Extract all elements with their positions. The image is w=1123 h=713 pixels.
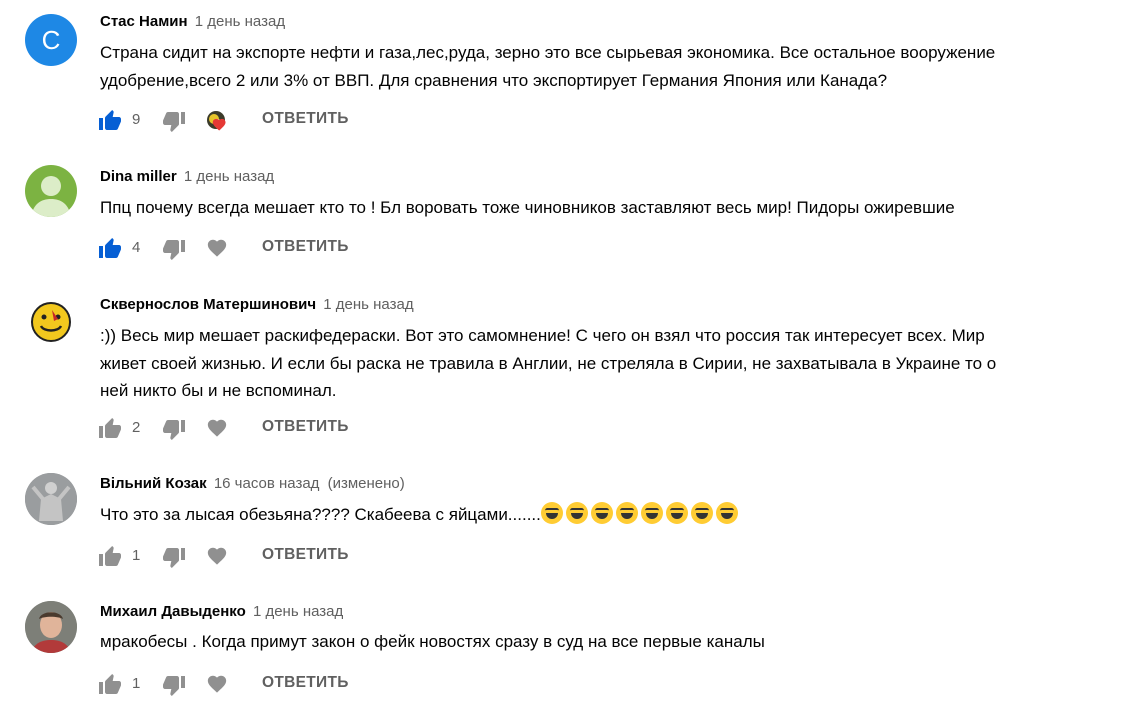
comment-text-line: :)) Весь мир мешает раскифедераски. Вот … xyxy=(100,326,985,345)
heart-icon[interactable] xyxy=(206,417,228,439)
reply-button[interactable]: ОТВЕТИТЬ xyxy=(262,110,349,128)
user-photo-icon xyxy=(25,601,77,653)
reply-button[interactable]: ОТВЕТИТЬ xyxy=(262,418,349,436)
thumbs-up-icon[interactable] xyxy=(98,237,122,261)
comment-header: Dina miller 1 день назад xyxy=(100,168,274,185)
comment-timestamp[interactable]: 1 день назад xyxy=(195,13,285,30)
reply-button[interactable]: ОТВЕТИТЬ xyxy=(262,674,349,692)
rolling-laughing-emoji-icon xyxy=(540,502,563,524)
thumbs-up-icon[interactable] xyxy=(98,673,122,697)
rolling-laughing-emoji-icon xyxy=(615,502,638,524)
comment-text-line: удобрение,всего 2 или 3% от ВВП. Для сра… xyxy=(100,70,888,90)
heart-icon[interactable] xyxy=(206,673,228,695)
thumbs-down-icon[interactable] xyxy=(162,545,186,569)
avatar[interactable] xyxy=(25,165,77,217)
rolling-laughing-emoji-icon xyxy=(665,502,688,524)
like-count: 2 xyxy=(132,419,141,436)
thumbs-up-icon[interactable] xyxy=(98,545,122,569)
comment-header: Стас Намин 1 день назад xyxy=(100,13,285,30)
comment-text: :)) Весь мир мешает раскифедераски. Вот … xyxy=(100,322,1090,405)
comment-timestamp[interactable]: 1 день назад xyxy=(184,168,274,185)
thumbs-up-icon[interactable] xyxy=(98,417,122,441)
reply-button[interactable]: ОТВЕТИТЬ xyxy=(262,546,349,564)
heart-icon[interactable] xyxy=(206,545,228,567)
avatar-letter: С xyxy=(41,24,61,55)
thumbs-up-icon[interactable] xyxy=(98,109,122,133)
comment-timestamp[interactable]: 1 день назад xyxy=(323,296,413,313)
rolling-laughing-emoji-icon xyxy=(565,502,588,524)
thumbs-down-icon[interactable] xyxy=(162,417,186,441)
rolling-laughing-emoji-icon xyxy=(715,502,738,524)
comment-author[interactable]: Dina miller xyxy=(100,168,177,185)
thumbs-down-icon[interactable] xyxy=(162,673,186,697)
comment-text: Ппц почему всегда мешает кто то ! Бл вор… xyxy=(100,194,1090,222)
reply-button[interactable]: ОТВЕТИТЬ xyxy=(262,238,349,256)
avatar[interactable] xyxy=(25,473,77,525)
comment-text: Что это за лысая обезьяна???? Скабеева с… xyxy=(100,501,1090,529)
creator-heart-badge-icon[interactable] xyxy=(206,110,232,134)
comment-text-line: мракобесы . Когда примут закон о фейк но… xyxy=(100,632,765,651)
statue-avatar-icon xyxy=(25,473,77,525)
comment-author[interactable]: Сквернослов Матершинович xyxy=(100,296,316,313)
comment-timestamp[interactable]: 16 часов назад xyxy=(214,475,320,492)
thumbs-down-icon[interactable] xyxy=(162,109,186,133)
comment-text-line: ней никто бы и не вспоминал. xyxy=(100,381,337,400)
rolling-laughing-emoji-icon xyxy=(640,502,663,524)
avatar[interactable] xyxy=(25,601,77,653)
comment-text: мракобесы . Когда примут закон о фейк но… xyxy=(100,628,1090,656)
comment-text-content: Что это за лысая обезьяна???? Скабеева с… xyxy=(100,505,541,524)
comment-text-line: живет своей жизнью. И если бы раска не т… xyxy=(100,353,997,373)
comment-author[interactable]: Стас Намин xyxy=(100,13,188,30)
thumbs-down-icon[interactable] xyxy=(162,237,186,261)
comment-timestamp[interactable]: 1 день назад xyxy=(253,603,343,620)
rolling-laughing-emoji-icon xyxy=(590,502,613,524)
comment-header: Михаил Давыденко 1 день назад xyxy=(100,603,343,620)
like-count: 1 xyxy=(132,547,141,564)
like-count: 9 xyxy=(132,111,141,128)
edited-label: (изменено) xyxy=(327,475,405,492)
comment-text-line: Ппц почему всегда мешает кто то ! Бл вор… xyxy=(100,198,955,217)
comment-text: Страна сидит на экспорте нефти и газа,ле… xyxy=(100,39,1090,94)
smiley-avatar-icon xyxy=(31,302,71,342)
comment-text-line: Что это за лысая обезьяна???? Скабеева с… xyxy=(100,501,1090,529)
comment-header: Сквернослов Матершинович 1 день назад xyxy=(100,296,414,313)
rolling-laughing-emoji-icon xyxy=(690,502,713,524)
like-count: 4 xyxy=(132,239,141,256)
default-user-icon xyxy=(31,176,71,217)
avatar[interactable]: С xyxy=(25,14,77,66)
comment-text-line: Страна сидит на экспорте нефти и газа,ле… xyxy=(100,43,996,62)
avatar[interactable] xyxy=(25,296,77,348)
like-count: 1 xyxy=(132,675,141,692)
emoji-row xyxy=(540,502,741,524)
comment-author[interactable]: Михаил Давыденко xyxy=(100,603,246,620)
heart-icon[interactable] xyxy=(206,237,228,259)
comment-header: Вільний Козак 16 часов назад (изменено) xyxy=(100,475,405,492)
comment-author[interactable]: Вільний Козак xyxy=(100,475,207,492)
